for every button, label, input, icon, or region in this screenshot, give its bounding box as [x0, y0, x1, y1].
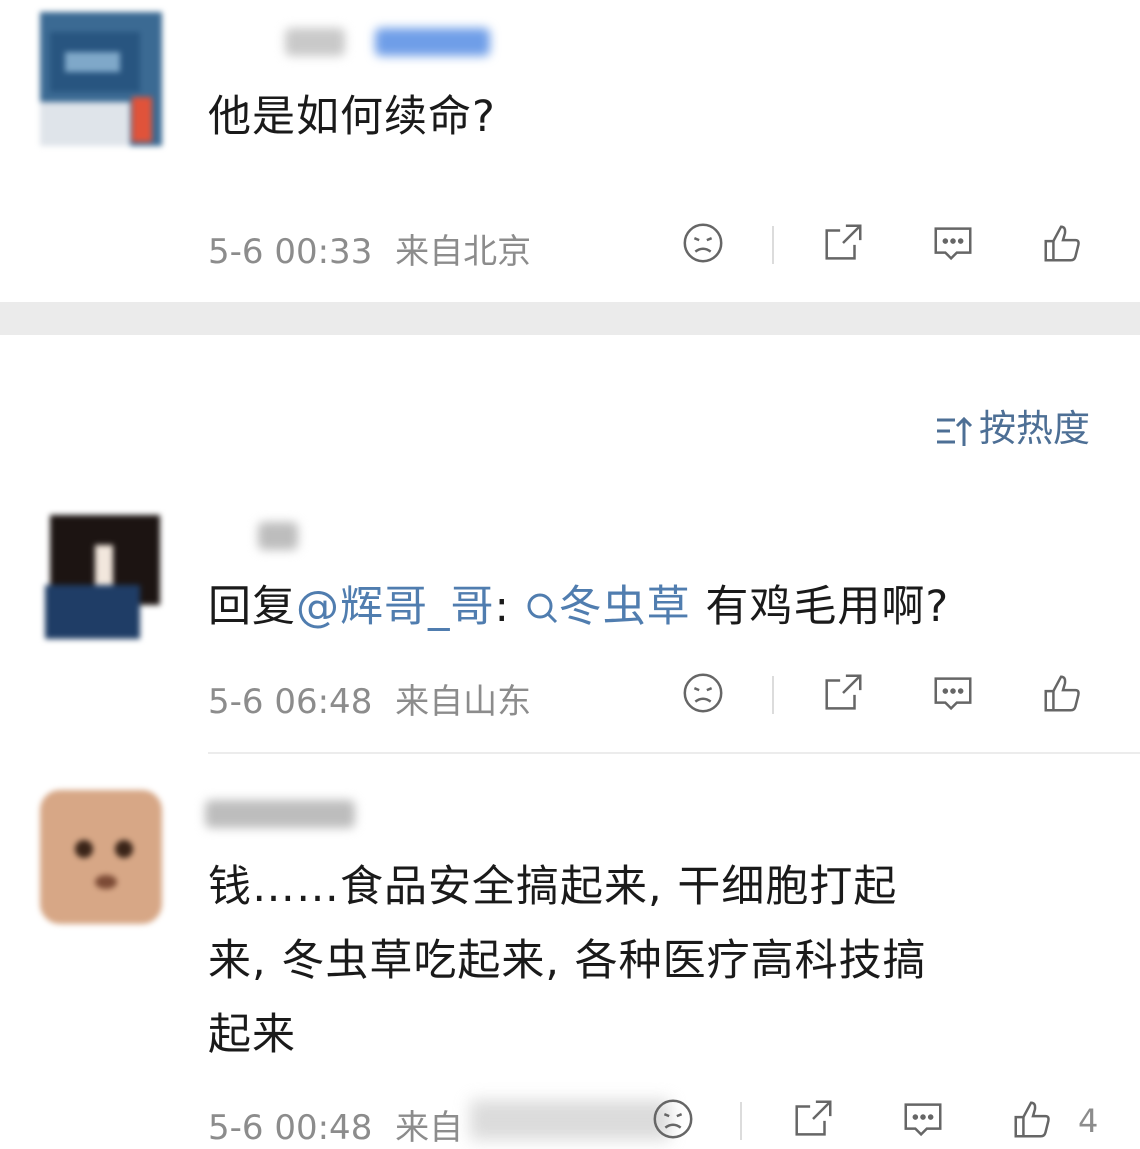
avatar[interactable]: [40, 790, 162, 924]
comment-icon: [934, 677, 972, 711]
dislike-button[interactable]: [680, 220, 730, 270]
avatar[interactable]: [40, 12, 162, 146]
sad-icon: [653, 1099, 693, 1139]
sort-button[interactable]: 按热度: [935, 398, 1090, 452]
share-icon: [825, 224, 862, 260]
topic-text: 冬虫草: [558, 582, 691, 632]
post-time: 5-6 00:33: [208, 232, 373, 272]
comment-line: 起来: [208, 1010, 296, 1060]
blurred-username: [285, 28, 345, 56]
comment-button[interactable]: [930, 670, 980, 720]
blurred-badge: [375, 28, 490, 56]
post-text: 他是如何续命?: [208, 92, 496, 142]
sad-icon: [683, 673, 723, 713]
like-icon: [1014, 1101, 1050, 1138]
mention-link[interactable]: @辉哥_哥: [296, 582, 495, 632]
blurred-username: [205, 800, 355, 828]
sort-icon: [937, 416, 973, 446]
sad-icon: [683, 223, 723, 263]
topic-link[interactable]: 冬虫草: [525, 582, 691, 632]
comment-text: 钱……食品安全搞起来, 干细胞打起 来, 冬虫草吃起来, 各种医疗高科技搞 起来: [208, 850, 927, 1072]
comment-button[interactable]: [900, 1096, 950, 1146]
comment-icon: [934, 227, 972, 261]
section-separator: [0, 302, 1140, 335]
colon: :: [494, 582, 510, 632]
comment-text: 回复@辉哥_哥: 冬虫草 有鸡毛用啊?: [208, 570, 949, 644]
share-button[interactable]: [790, 1096, 840, 1146]
action-divider: [772, 226, 774, 264]
avatar[interactable]: [40, 505, 162, 639]
comment-actions: 4: [650, 1096, 1110, 1146]
comment-icon: [904, 1103, 942, 1137]
post-location: 来自北京: [395, 232, 532, 272]
like-icon: [1044, 675, 1080, 712]
like-button[interactable]: [1040, 220, 1090, 270]
post-meta: 5-6 00:33 来自北京: [208, 224, 531, 273]
comment-line: 来, 冬虫草吃起来, 各种医疗高科技搞: [208, 936, 927, 986]
share-button[interactable]: [820, 670, 870, 720]
like-icon: [1044, 225, 1080, 262]
action-divider: [772, 676, 774, 714]
comment-divider: [208, 752, 1140, 754]
sort-label: 按热度: [979, 407, 1090, 450]
comment-line: 钱……食品安全搞起来, 干细胞打起: [208, 862, 898, 912]
reply-prefix: 回复: [208, 582, 296, 632]
post-card: 他是如何续命? 5-6 00:33 来自北京: [0, 0, 1140, 302]
comment-actions: [680, 670, 1100, 720]
comment-location: 来自山东: [395, 682, 532, 722]
blurred-overlay: [470, 1100, 670, 1140]
blurred-username: [258, 522, 298, 550]
like-button[interactable]: [1010, 1096, 1060, 1146]
comment-time: 5-6 06:48: [208, 682, 373, 722]
comment-button[interactable]: [930, 220, 980, 270]
comment-location: 来自: [395, 1108, 464, 1148]
comment-meta: 5-6 00:48 来自: [208, 1100, 463, 1149]
like-count: 4: [1078, 1102, 1099, 1140]
post-actions: [680, 220, 1100, 270]
search-icon: [527, 593, 557, 624]
comment-rest: 有鸡毛用啊?: [690, 582, 950, 632]
comment-time: 5-6 00:48: [208, 1108, 373, 1148]
share-icon: [795, 1100, 832, 1136]
dislike-button[interactable]: [680, 670, 730, 720]
action-divider: [740, 1102, 742, 1140]
share-icon: [825, 674, 862, 710]
comment-meta: 5-6 06:48 来自山东: [208, 674, 531, 723]
dislike-button[interactable]: [650, 1096, 700, 1146]
share-button[interactable]: [820, 220, 870, 270]
like-button[interactable]: [1040, 670, 1090, 720]
